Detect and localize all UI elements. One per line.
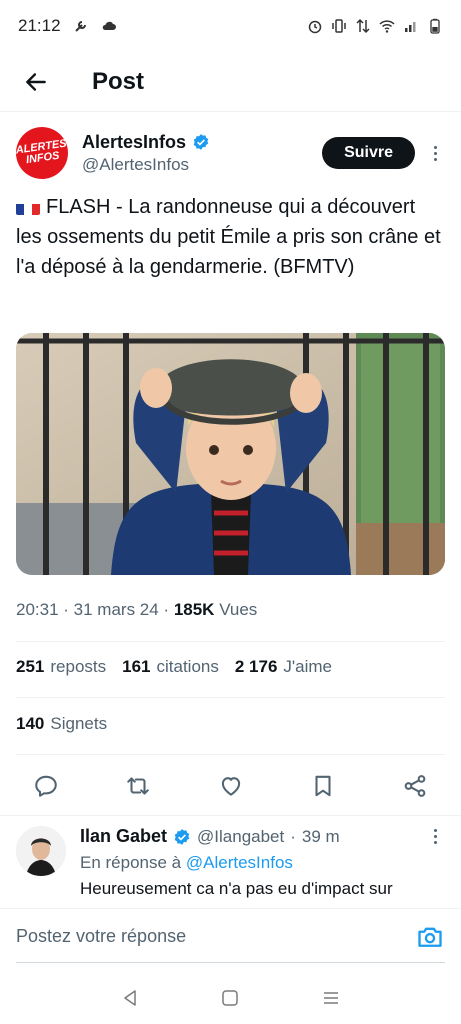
like-icon (221, 777, 240, 796)
person-photo-image (16, 826, 66, 876)
divider (16, 697, 445, 698)
battery-icon (430, 18, 440, 34)
page-title: Post (92, 67, 145, 95)
reposts-stat[interactable]: 251 reposts (16, 657, 106, 677)
back-button[interactable] (16, 62, 56, 102)
system-nav-bar (0, 972, 461, 1024)
nav-back-button[interactable] (114, 982, 146, 1014)
vibrate-icon (332, 19, 346, 33)
reply-body: Ilan Gabet @Ilangabet · 39 m En réponse … (80, 826, 445, 906)
post-date: 31 mars 24 (73, 600, 159, 619)
avatar[interactable]: ALERTES INFOS (12, 123, 72, 183)
likes-label: J'aime (283, 657, 333, 676)
reply-icon (35, 775, 57, 797)
reply-author-name[interactable]: Ilan Gabet (80, 826, 167, 847)
share-icon (404, 775, 426, 797)
bookmarks-count: 140 (16, 714, 45, 733)
back-arrow-icon (26, 72, 46, 91)
reply-input[interactable] (16, 926, 415, 947)
post-author: ALERTES INFOS AlertesInfos @AlertesInfos… (12, 123, 445, 183)
bookmark-icon (315, 775, 331, 797)
tweet-text: FLASH - La randonneuse qui a découvert l… (16, 196, 441, 278)
quotes-label: citations (156, 657, 219, 676)
author-name[interactable]: AlertesInfos (82, 132, 186, 153)
share-button[interactable] (399, 770, 431, 802)
composer-underline (16, 962, 445, 963)
reply-author-handle[interactable]: @Ilangabet (197, 827, 284, 847)
data-arrows-icon (356, 18, 370, 34)
reply-context-prefix: En réponse à (80, 853, 182, 872)
wifi-icon (379, 20, 395, 33)
action-bar (16, 764, 445, 808)
more-vert-icon[interactable] (425, 829, 445, 844)
post-photo[interactable] (16, 333, 445, 575)
reposts-count: 251 (16, 657, 45, 676)
reply-button[interactable] (30, 770, 62, 802)
france-flag-icon (16, 199, 40, 215)
bookmarks-label: Signets (50, 714, 108, 733)
reply-composer (0, 908, 461, 964)
divider (16, 754, 445, 755)
status-bar: 21:12 (0, 0, 461, 52)
quotes-count: 161 (122, 657, 151, 676)
repost-button[interactable] (122, 770, 154, 802)
views-label: Vues (219, 600, 258, 619)
camera-button[interactable] (415, 922, 445, 952)
author-handle[interactable]: @AlertesInfos (82, 155, 210, 175)
verified-badge-icon (193, 134, 209, 150)
likes-count: 2 176 (234, 657, 278, 676)
reposts-label: reposts (50, 657, 107, 676)
nav-menu-icon (323, 992, 338, 1004)
camera-icon (418, 927, 442, 947)
post-stats: 251 reposts 161 citations 2 176 J'aime (16, 657, 332, 677)
like-button[interactable] (215, 770, 247, 802)
verified-badge-icon (174, 828, 190, 845)
alarm-icon (308, 20, 322, 34)
nav-back-icon (124, 990, 136, 1006)
likes-stat[interactable]: 2 176 J'aime (235, 657, 332, 677)
repost-icon (127, 777, 150, 795)
divider (0, 815, 461, 816)
author-names: AlertesInfos @AlertesInfos (82, 132, 210, 175)
views-count: 185K (173, 600, 215, 619)
reply-avatar[interactable] (16, 826, 66, 876)
more-vert-icon[interactable] (425, 145, 445, 161)
cloud-icon (102, 21, 116, 30)
reply-time: 39 m (301, 826, 340, 846)
signal-icon (405, 22, 416, 32)
bookmarks-stat[interactable]: 140 Signets (16, 714, 107, 734)
nav-home-icon (222, 990, 239, 1006)
quotes-stat[interactable]: 161 citations (122, 657, 219, 677)
post-meta: 20:31 · 31 mars 24 · 185K Vues (16, 600, 258, 619)
avatar-logo-line2: INFOS (25, 149, 61, 167)
bookmark-button[interactable] (307, 770, 339, 802)
child-photo-image (16, 333, 445, 575)
reply-text: Heureusement ca n'a pas eu d'impact sur (80, 879, 393, 898)
status-time: 21:12 (18, 16, 61, 35)
reply-context-link[interactable]: @AlertesInfos (186, 853, 293, 872)
nav-home-button[interactable] (214, 982, 246, 1014)
nav-menu-button[interactable] (315, 982, 347, 1014)
divider (16, 641, 445, 642)
post-time: 20:31 (16, 600, 59, 619)
top-app-bar: Post (0, 52, 461, 112)
reply-context: En réponse à @AlertesInfos (80, 853, 445, 873)
tweet-text-container: FLASH - La randonneuse qui a découvert l… (16, 192, 445, 282)
reply-item[interactable]: Ilan Gabet @Ilangabet · 39 m En réponse … (16, 826, 445, 906)
follow-button[interactable]: Suivre (322, 137, 415, 169)
tool-icon (74, 21, 86, 32)
